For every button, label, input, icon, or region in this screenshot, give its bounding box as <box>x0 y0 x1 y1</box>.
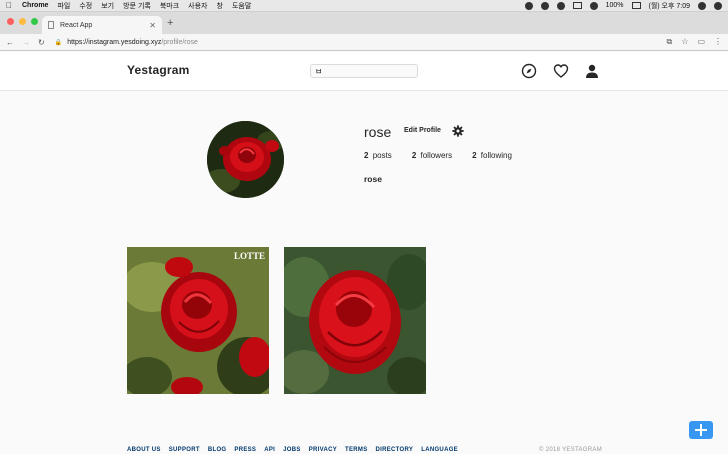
close-tab-icon[interactable]: ✕ <box>149 21 156 30</box>
zoom-window-icon[interactable] <box>31 18 38 25</box>
browser-tab[interactable]: React App ✕ <box>42 16 162 34</box>
person-icon[interactable] <box>584 63 600 79</box>
footer-link-directory[interactable]: DIRECTORY <box>376 447 414 453</box>
menu-app-name[interactable]: Chrome <box>22 2 48 9</box>
menu-people[interactable]: 사용자 <box>188 1 207 11</box>
tab-title: React App <box>60 21 93 29</box>
clock[interactable]: (월) 오후 7:09 <box>649 1 691 11</box>
footer-link-support[interactable]: SUPPORT <box>169 447 200 453</box>
lock-icon: 🔒 <box>54 39 63 46</box>
edit-profile-button[interactable]: Edit Profile <box>400 124 445 138</box>
footer-link-api[interactable]: API <box>264 447 275 453</box>
posts-label: posts <box>372 151 392 160</box>
footer-link-blog[interactable]: BLOG <box>208 447 227 453</box>
footer-link-privacy[interactable]: PRIVACY <box>309 447 337 453</box>
menu-history[interactable]: 방문 기록 <box>123 1 151 11</box>
wifi-icon[interactable] <box>589 1 598 10</box>
menu-bookmarks[interactable]: 북마크 <box>160 1 179 11</box>
status-icon[interactable] <box>540 1 549 10</box>
url-path: /profile/rose <box>161 38 198 46</box>
url-host: https://instagram.yesdoing.xyz <box>67 38 162 46</box>
footer-copyright: © 2018 YESTAGRAM <box>539 447 603 453</box>
menu-status-area: 100% (월) 오후 7:09 <box>524 1 722 11</box>
add-post-button[interactable] <box>689 421 713 439</box>
translate-icon[interactable]: ⧉ <box>667 37 673 47</box>
reload-icon[interactable]: ↻ <box>38 38 45 47</box>
following-count: 2 <box>472 151 477 160</box>
extension-icon[interactable]: ▭ <box>697 37 705 47</box>
user-icon[interactable] <box>714 1 722 10</box>
document-icon <box>48 21 54 29</box>
search-icon[interactable] <box>698 1 706 10</box>
menu-view[interactable]: 보기 <box>101 1 114 11</box>
status-icon[interactable] <box>572 2 582 9</box>
address-bar[interactable]: 🔒 https://instagram.yesdoing.xyz /profil… <box>55 39 198 46</box>
app-header: Yestagram <box>0 52 728 91</box>
followers-count: 2 <box>411 151 417 160</box>
window-controls <box>7 18 38 25</box>
bookmark-star-icon[interactable]: ☆ <box>681 37 688 47</box>
posts-stat: 2 posts <box>364 151 392 160</box>
more-menu-icon[interactable]: ⋮ <box>714 37 722 47</box>
close-window-icon[interactable] <box>7 18 14 25</box>
search-input[interactable] <box>310 64 418 78</box>
browser-tab-strip: React App ✕ + <box>0 12 728 34</box>
rose-photo <box>284 247 426 394</box>
battery-icon[interactable] <box>631 2 641 9</box>
footer-link-language[interactable]: LANGUAGE <box>421 447 458 453</box>
toolbar-actions: ⧉ ☆ ▭ ⋮ <box>667 37 722 47</box>
post-thumbnail[interactable]: LOTTE <box>127 247 269 394</box>
footer-link-terms[interactable]: TERMS <box>345 447 368 453</box>
heart-icon[interactable] <box>553 63 569 79</box>
status-icon[interactable] <box>524 1 533 10</box>
compass-icon[interactable] <box>521 63 537 79</box>
following-stat[interactable]: 2 following <box>472 151 512 160</box>
status-icon[interactable] <box>556 1 565 10</box>
rose-photo <box>127 247 269 394</box>
minimize-window-icon[interactable] <box>19 18 26 25</box>
plus-icon <box>695 424 707 436</box>
gear-icon[interactable] <box>452 125 464 137</box>
apple-icon[interactable]:  <box>6 1 12 10</box>
profile-full-name: rose <box>364 174 382 184</box>
os-menu-bar:  Chrome 파일 수정 보기 방문 기록 북마크 사용자 창 도움말 10… <box>0 0 728 12</box>
battery-label[interactable]: 100% <box>606 2 624 9</box>
rose-photo <box>207 121 284 198</box>
forward-icon[interactable]: → <box>22 38 30 47</box>
profile-username: rose <box>364 124 392 140</box>
profile-avatar[interactable] <box>207 121 284 198</box>
menu-window[interactable]: 창 <box>217 1 223 11</box>
menu-help[interactable]: 도움말 <box>232 1 251 11</box>
footer-link-about[interactable]: ABOUT US <box>127 447 161 453</box>
following-label: following <box>480 151 512 160</box>
brand-logo[interactable]: Yestagram <box>127 63 190 77</box>
back-icon[interactable]: ← <box>6 38 14 47</box>
post-thumbnail[interactable] <box>284 247 426 394</box>
new-tab-icon[interactable]: + <box>167 17 173 29</box>
menu-file[interactable]: 파일 <box>57 1 70 11</box>
browser-toolbar: ← → ↻ 🔒 https://instagram.yesdoing.xyz /… <box>0 34 728 51</box>
profile-stats: 2 posts 2 followers 2 following <box>364 151 532 160</box>
post-watermark: LOTTE <box>233 251 265 261</box>
followers-label: followers <box>420 151 453 160</box>
followers-stat[interactable]: 2 followers <box>412 151 452 160</box>
menu-edit[interactable]: 수정 <box>79 1 92 11</box>
footer-link-jobs[interactable]: JOBS <box>283 447 301 453</box>
footer-link-press[interactable]: PRESS <box>234 447 256 453</box>
posts-count: 2 <box>364 151 369 160</box>
footer-links: ABOUT US SUPPORT BLOG PRESS API JOBS PRI… <box>127 447 466 453</box>
